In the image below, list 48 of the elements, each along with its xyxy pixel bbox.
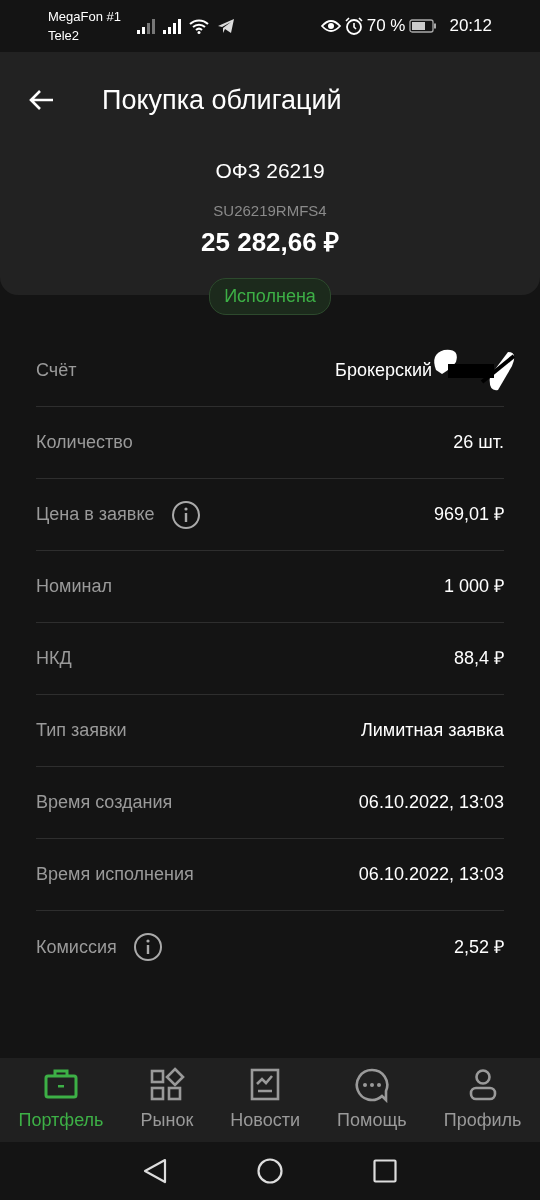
back-button[interactable]: [28, 89, 54, 112]
detail-value: 2,52 ₽: [453, 935, 504, 959]
detail-value: 88,4 ₽: [453, 647, 504, 670]
bond-isin: SU26219RMFS4: [213, 201, 327, 221]
recents-nav-button[interactable]: [373, 1159, 397, 1183]
detail-label: Номинал: [36, 575, 112, 598]
nav-tab[interactable]: Профиль: [443, 1066, 522, 1134]
eye-icon: [320, 19, 341, 33]
detail-label: Время создания: [36, 791, 173, 814]
detail-value: 26 шт.: [453, 431, 504, 454]
nav-tab[interactable]: Новости: [230, 1066, 301, 1134]
nav-tab[interactable]: Помощь: [337, 1066, 407, 1134]
info-icon[interactable]: [132, 932, 163, 962]
info-icon[interactable]: [170, 499, 201, 530]
detail-label: Количество: [36, 431, 133, 454]
detail-label: Тип заявки: [36, 719, 127, 742]
detail-label: НКД: [36, 647, 72, 670]
carrier-name: MegaFon #1: [48, 7, 121, 26]
clock: 20:12: [449, 15, 492, 38]
detail-value: 06.10.2022, 13:03: [358, 791, 504, 814]
back-nav-button[interactable]: [143, 1158, 167, 1184]
squares-icon: [148, 1066, 185, 1103]
chat-icon: [353, 1066, 390, 1103]
home-nav-button[interactable]: [257, 1158, 283, 1184]
nav-tab[interactable]: Рынок: [140, 1066, 194, 1134]
detail-value: 06.10.2022, 13:03: [358, 863, 504, 886]
bond-name: ОФЗ 26219: [215, 157, 325, 184]
battery-icon: [409, 19, 438, 33]
detail-value: 1 000 ₽: [443, 575, 504, 598]
detail-label: Счёт: [36, 359, 77, 382]
battery-percent: 70 %: [366, 15, 406, 38]
order-amount: 25 282,66 ₽: [201, 225, 339, 259]
detail-value: 969,01 ₽: [433, 503, 504, 526]
status-label: Исполнена: [209, 278, 331, 315]
back-arrow-icon: [28, 89, 54, 112]
page-title: Покупка облигаций: [102, 84, 342, 117]
carrier-name: Tele2: [48, 27, 81, 45]
detail-label: Время исполнения: [36, 863, 194, 886]
nav-tab[interactable]: Портфель: [18, 1066, 104, 1134]
signal-icon: [163, 18, 181, 34]
wifi-icon: [189, 18, 209, 34]
alarm-icon: [344, 17, 363, 35]
detail-value: Лимитная заявка: [360, 719, 504, 742]
detail-label: Комиссия: [36, 935, 117, 959]
telegram-icon: [217, 18, 235, 34]
signal-icon: [137, 18, 155, 34]
detail-label: Цена в заявке: [36, 503, 155, 526]
detail-value: Брокерский: [335, 359, 432, 382]
